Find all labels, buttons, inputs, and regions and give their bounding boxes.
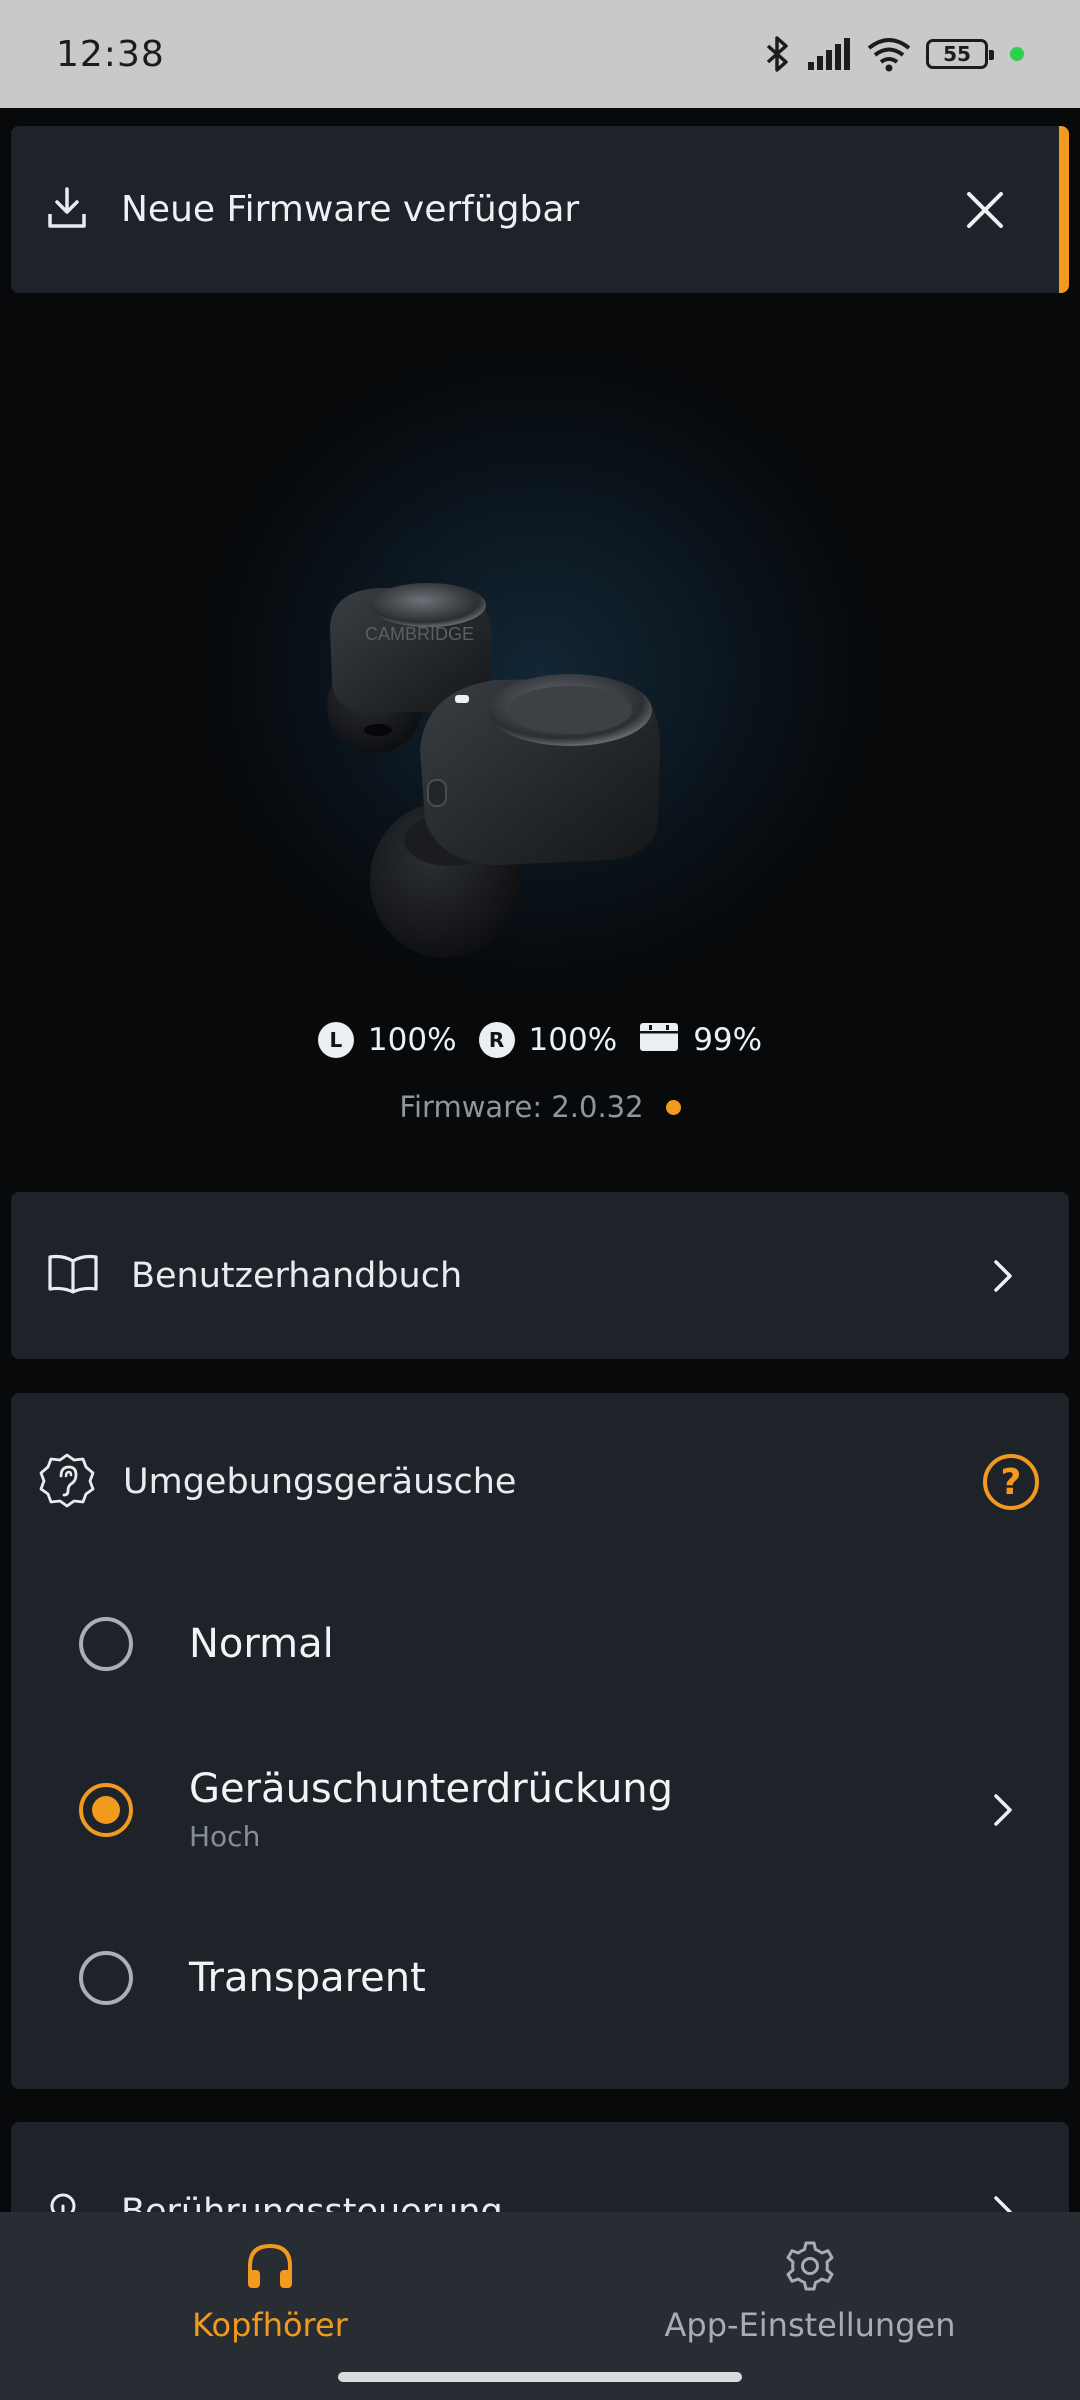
ambient-sound-label: Umgebungsgeräusche xyxy=(123,1462,517,1502)
home-indicator[interactable] xyxy=(338,2372,742,2382)
brand-wordmark: CAMBRIDGE xyxy=(365,624,474,644)
bluetooth-icon xyxy=(764,35,792,73)
firmware-update-banner[interactable]: Neue Firmware verfügbar xyxy=(11,126,1069,293)
status-icons: 55 xyxy=(764,35,1024,73)
privacy-indicator-dot xyxy=(1010,47,1024,61)
ambient-sound-card: Umgebungsgeräusche ? Normal Geräuschunte… xyxy=(11,1393,1069,2089)
chevron-right-icon[interactable] xyxy=(983,1790,1023,1830)
headphones-icon xyxy=(244,2240,296,2296)
ambient-sound-header: Umgebungsgeräusche ? xyxy=(39,1447,1039,1517)
status-time: 12:38 xyxy=(56,33,165,75)
wifi-icon xyxy=(866,36,912,72)
help-icon[interactable]: ? xyxy=(983,1454,1039,1510)
mode-option-transparent[interactable]: Transparent xyxy=(79,1951,1033,2005)
nav-headphones-label: Kopfhörer xyxy=(192,2306,348,2344)
nav-app-settings-label: App-Einstellungen xyxy=(664,2306,956,2344)
mode-noise-cancelling-label: Geräuschunterdrückung xyxy=(189,1766,674,1812)
earbuds-image: CAMBRIDGE xyxy=(327,583,660,958)
user-manual-row[interactable]: Benutzerhandbuch xyxy=(11,1192,1069,1359)
mode-option-noise-cancelling[interactable]: Geräuschunterdrückung Hoch xyxy=(79,1766,1033,1853)
case-battery-value: 99% xyxy=(693,1022,763,1058)
battery-levels: L 100% R 100% 99% xyxy=(0,1020,1080,1060)
battery-icon: 55 xyxy=(926,39,994,69)
signal-icon xyxy=(806,38,852,70)
close-icon[interactable] xyxy=(957,182,1013,238)
case-icon xyxy=(639,1020,679,1060)
book-icon xyxy=(47,1254,99,1298)
mode-transparent-label: Transparent xyxy=(189,1955,426,2001)
mode-normal-label: Normal xyxy=(189,1621,334,1667)
firmware-version: Firmware: 2.0.32 xyxy=(399,1090,644,1124)
banner-accent-strip xyxy=(1059,126,1069,293)
mode-noise-cancelling-level: Hoch xyxy=(189,1820,261,1853)
device-hero: CAMBRIDGE L 100% R 100% 99% Firmware: 2.… xyxy=(0,300,1080,1180)
radio-transparent[interactable] xyxy=(79,1951,133,2005)
update-indicator-dot xyxy=(665,1099,681,1115)
right-earbud-badge: R xyxy=(478,1022,515,1058)
radio-noise-cancelling[interactable] xyxy=(79,1782,133,1837)
mode-option-normal[interactable]: Normal xyxy=(79,1617,1033,1671)
ear-icon xyxy=(39,1452,95,1512)
firmware-version-row: Firmware: 2.0.32 xyxy=(0,1090,1080,1124)
download-icon xyxy=(47,186,87,234)
left-earbud-badge: L xyxy=(317,1022,354,1058)
status-bar: 12:38 55 xyxy=(0,0,1080,108)
radio-normal[interactable] xyxy=(79,1617,133,1671)
user-manual-label: Benutzerhandbuch xyxy=(131,1255,463,1296)
chevron-right-icon xyxy=(983,1256,1023,1296)
firmware-banner-label: Neue Firmware verfügbar xyxy=(121,189,580,230)
right-battery-value: 100% xyxy=(528,1022,618,1058)
gear-icon xyxy=(784,2240,836,2296)
left-battery-value: 100% xyxy=(367,1022,457,1058)
